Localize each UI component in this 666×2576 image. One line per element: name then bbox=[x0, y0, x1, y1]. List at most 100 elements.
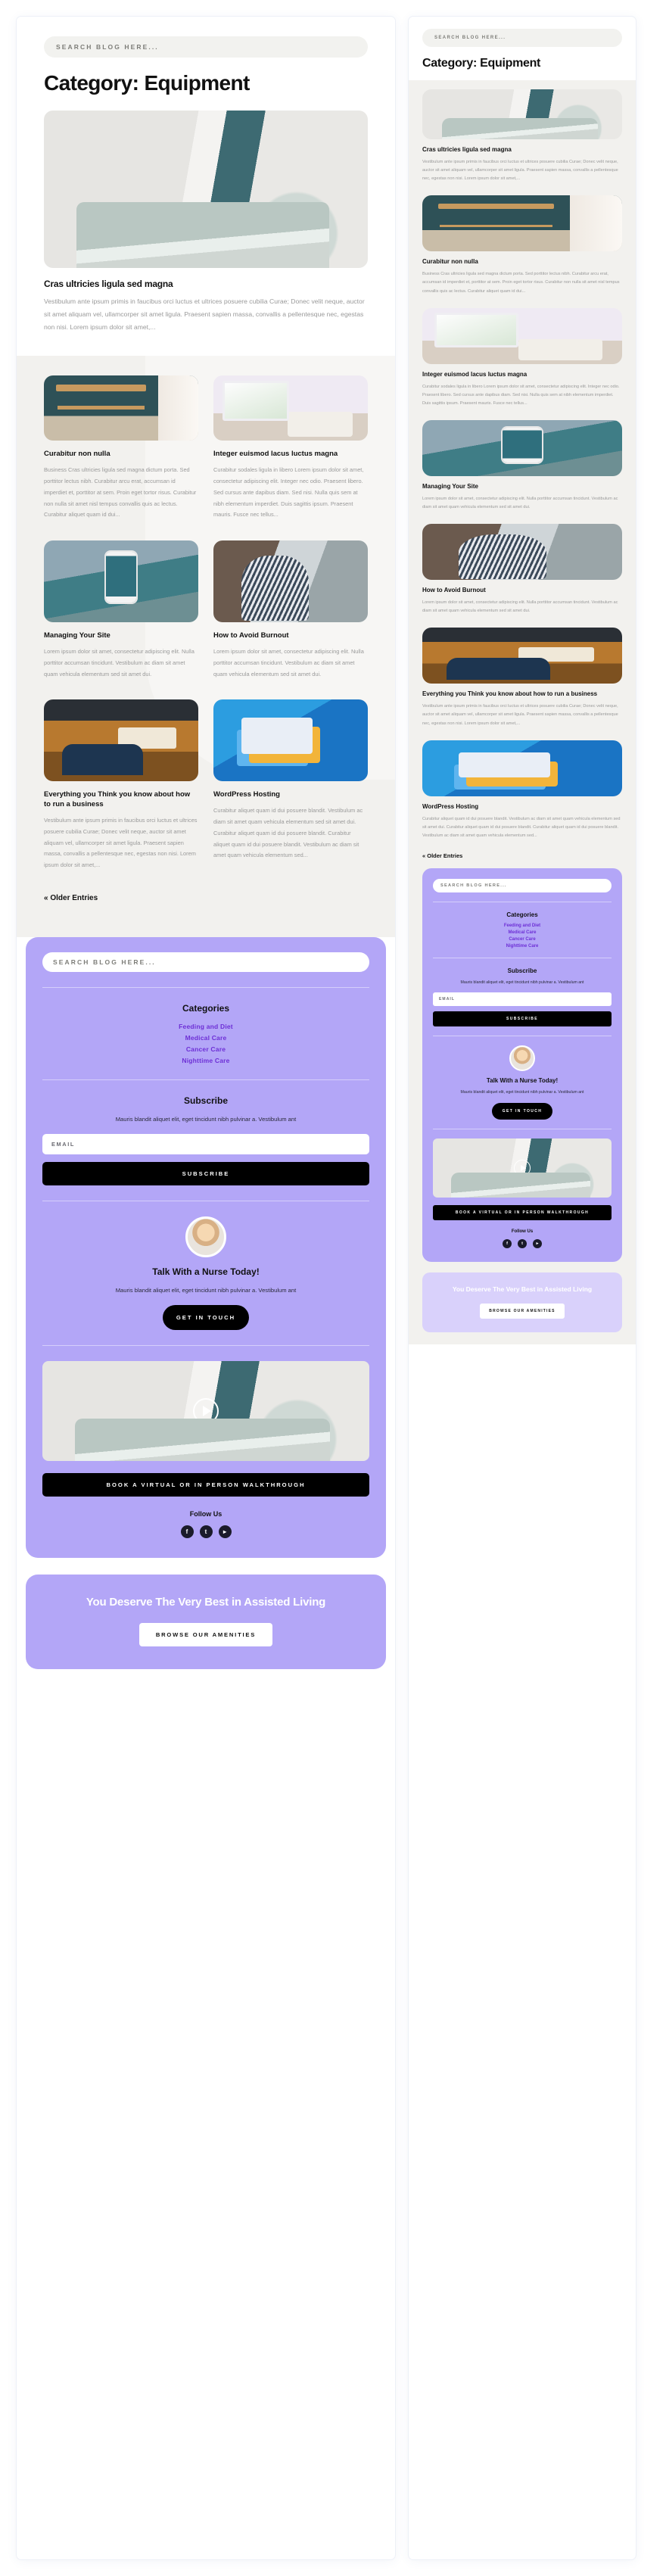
mobile-sidebar-widget: SEARCH BLOG HERE... Categories Feeding a… bbox=[422, 868, 622, 1262]
post-title[interactable]: How to Avoid Burnout bbox=[213, 631, 368, 641]
featured-image[interactable] bbox=[44, 111, 368, 268]
mobile-walkthrough-button[interactable]: BOOK A VIRTUAL OR IN PERSON WALKTHROUGH bbox=[433, 1204, 612, 1220]
search-input[interactable]: SEARCH BLOG HERE... bbox=[44, 36, 368, 58]
mobile-categories-list: Feeding and Diet Medical Care Cancer Car… bbox=[433, 924, 612, 948]
mobile-category-link[interactable]: Feeding and Diet bbox=[433, 924, 612, 928]
mobile-category-link[interactable]: Nighttime Care bbox=[433, 944, 612, 948]
category-link[interactable]: Cancer Care bbox=[42, 1045, 369, 1053]
mobile-post-image[interactable] bbox=[422, 740, 622, 796]
get-in-touch-button[interactable]: GET IN TOUCH bbox=[162, 1304, 250, 1330]
youtube-icon[interactable]: ▸ bbox=[218, 1525, 232, 1538]
mobile-post-title[interactable]: Curabitur non nulla bbox=[422, 258, 622, 266]
facebook-icon[interactable]: f bbox=[180, 1525, 194, 1538]
subscribe-description: Mauris blandit aliquet elit, eget tincid… bbox=[115, 1116, 297, 1123]
featured-title[interactable]: Cras ultricies ligula sed magna bbox=[44, 279, 368, 289]
mobile-post-card: Curabitur non nulla Business Cras ultric… bbox=[422, 195, 622, 295]
post-title[interactable]: Integer euismod lacus luctus magna bbox=[213, 450, 368, 459]
mobile-cta-heading: You Deserve The Very Best in Assisted Li… bbox=[452, 1285, 593, 1293]
post-excerpt: Lorem ipsum dolor sit amet, consectetur … bbox=[44, 647, 195, 677]
desktop-header: SEARCH BLOG HERE... Category: Equipment bbox=[17, 17, 395, 111]
play-icon[interactable] bbox=[514, 1159, 531, 1176]
mobile-category-link[interactable]: Cancer Care bbox=[433, 937, 612, 942]
mobile-nurse-cta-wrap: GET IN TOUCH bbox=[433, 1102, 612, 1120]
mobile-post-title[interactable]: Managing Your Site bbox=[422, 483, 622, 491]
post-image[interactable] bbox=[213, 375, 368, 441]
video-thumbnail[interactable] bbox=[42, 1360, 369, 1461]
mobile-post-excerpt: Vestibulum ante ipsum primis in faucibus… bbox=[422, 704, 618, 726]
mobile-post-excerpt: Lorem ipsum dolor sit amet, consectetur … bbox=[422, 496, 618, 510]
mobile-subscribe-description: Mauris blandit aliquet elit, eget tincid… bbox=[460, 980, 584, 986]
mobile-social-links: f t ▸ bbox=[433, 1238, 612, 1248]
mobile-category-link[interactable]: Medical Care bbox=[433, 930, 612, 935]
post-card: Integer euismod lacus luctus magna Curab… bbox=[213, 375, 368, 521]
mobile-subscribe-button[interactable]: SUBSCRIBE bbox=[433, 1011, 612, 1026]
mobile-subscribe-title: Subscribe bbox=[507, 967, 537, 975]
widget-search-input[interactable]: SEARCH BLOG HERE... bbox=[42, 952, 369, 973]
mobile-post-title[interactable]: Everything you Think you know about how … bbox=[422, 690, 622, 699]
post-title[interactable]: Curabitur non nulla bbox=[44, 450, 198, 459]
mobile-browse-amenities-button[interactable]: BROWSE OUR AMENITIES bbox=[480, 1303, 565, 1319]
mobile-post-image[interactable] bbox=[422, 524, 622, 581]
walkthrough-button[interactable]: BOOK A VIRTUAL OR IN PERSON WALKTHROUGH bbox=[42, 1472, 369, 1497]
post-title[interactable]: Managing Your Site bbox=[44, 631, 198, 641]
mobile-post-title[interactable]: Integer euismod lacus luctus magna bbox=[422, 371, 622, 379]
page-title: Category: Equipment bbox=[44, 71, 250, 95]
category-link[interactable]: Medical Care bbox=[42, 1034, 369, 1042]
mobile-post-image[interactable] bbox=[422, 195, 622, 252]
post-row-2: Managing Your Site Lorem ipsum dolor sit… bbox=[44, 540, 368, 680]
mobile-post-card: WordPress Hosting Curabitur aliquet quam… bbox=[422, 740, 622, 840]
nurse-description: Mauris blandit aliquet elit, eget tincid… bbox=[115, 1286, 297, 1294]
mobile-get-in-touch-button[interactable]: GET IN TOUCH bbox=[491, 1102, 553, 1120]
post-title[interactable]: WordPress Hosting bbox=[213, 790, 368, 800]
mobile-post-excerpt: Business Cras ultricies ligula sed magna… bbox=[422, 272, 620, 294]
subscribe-button[interactable]: SUBSCRIBE bbox=[42, 1161, 369, 1185]
twitter-icon[interactable]: t bbox=[199, 1525, 213, 1538]
categories-list: Feeding and Diet Medical Care Cancer Car… bbox=[42, 1023, 369, 1064]
mobile-older-entries-link[interactable]: « Older Entries bbox=[422, 852, 622, 859]
category-link[interactable]: Nighttime Care bbox=[42, 1057, 369, 1064]
mobile-widget-search-input[interactable]: SEARCH BLOG HERE... bbox=[433, 879, 612, 893]
facebook-icon[interactable]: f bbox=[503, 1238, 512, 1248]
older-entries-link[interactable]: « Older Entries bbox=[44, 891, 368, 919]
mobile-featured-image[interactable] bbox=[422, 89, 622, 139]
post-excerpt: Vestibulum ante ipsum primis in faucibus… bbox=[44, 817, 198, 869]
post-title[interactable]: Everything you Think you know about how … bbox=[44, 790, 198, 810]
mobile-featured-title[interactable]: Cras ultricies ligula sed magna bbox=[422, 146, 622, 154]
mobile-post-image[interactable] bbox=[422, 628, 622, 684]
mobile-widget-search-placeholder: SEARCH BLOG HERE... bbox=[440, 883, 507, 889]
post-excerpt: Curabitur sodales ligula in libero Lorem… bbox=[213, 466, 364, 519]
post-row-3: Everything you Think you know about how … bbox=[44, 699, 368, 871]
mobile-avatar bbox=[509, 1045, 535, 1071]
post-image[interactable] bbox=[44, 540, 198, 623]
post-image[interactable] bbox=[44, 375, 198, 441]
mobile-post-image[interactable] bbox=[422, 307, 622, 364]
category-link[interactable]: Feeding and Diet bbox=[42, 1023, 369, 1030]
mobile-post-card: Everything you Think you know about how … bbox=[422, 628, 622, 727]
browse-amenities-button[interactable]: BROWSE OUR AMENITIES bbox=[138, 1622, 273, 1646]
mobile-video-thumbnail[interactable] bbox=[433, 1138, 612, 1198]
mobile-search-input[interactable]: SEARCH BLOG HERE... bbox=[422, 29, 622, 47]
play-icon[interactable] bbox=[193, 1397, 219, 1424]
featured-post: Cras ultricies ligula sed magna Vestibul… bbox=[17, 268, 395, 357]
twitter-icon[interactable]: t bbox=[518, 1238, 527, 1248]
mobile-nurse-description: Mauris blandit aliquet elit, eget tincid… bbox=[460, 1089, 584, 1095]
youtube-icon[interactable]: ▸ bbox=[533, 1238, 542, 1248]
mobile-email-field[interactable]: EMAIL bbox=[433, 992, 612, 1006]
mobile-post-image[interactable] bbox=[422, 420, 622, 477]
post-excerpt: Curabitur aliquet quam id dui posuere bl… bbox=[213, 807, 363, 859]
mobile-search-placeholder: SEARCH BLOG HERE... bbox=[434, 36, 506, 40]
mobile-post-title[interactable]: WordPress Hosting bbox=[422, 803, 622, 811]
cta-banner: You Deserve The Very Best in Assisted Li… bbox=[26, 1574, 386, 1669]
divider bbox=[42, 1079, 369, 1081]
mobile-post-card: Managing Your Site Lorem ipsum dolor sit… bbox=[422, 420, 622, 512]
post-image[interactable] bbox=[213, 699, 368, 782]
email-field[interactable]: EMAIL bbox=[42, 1133, 369, 1154]
post-row-1: Curabitur non nulla Business Cras ultric… bbox=[44, 375, 368, 521]
post-image[interactable] bbox=[44, 699, 198, 782]
mobile-post-title[interactable]: How to Avoid Burnout bbox=[422, 587, 622, 595]
mobile-post-excerpt: Curabitur sodales ligula in libero Lorem… bbox=[422, 384, 620, 406]
desktop-preview: SEARCH BLOG HERE... Category: Equipment … bbox=[17, 17, 395, 2559]
categories-title: Categories bbox=[182, 1003, 230, 1014]
mobile-header: SEARCH BLOG HERE... Category: Equipment bbox=[409, 17, 636, 80]
post-image[interactable] bbox=[213, 540, 368, 623]
